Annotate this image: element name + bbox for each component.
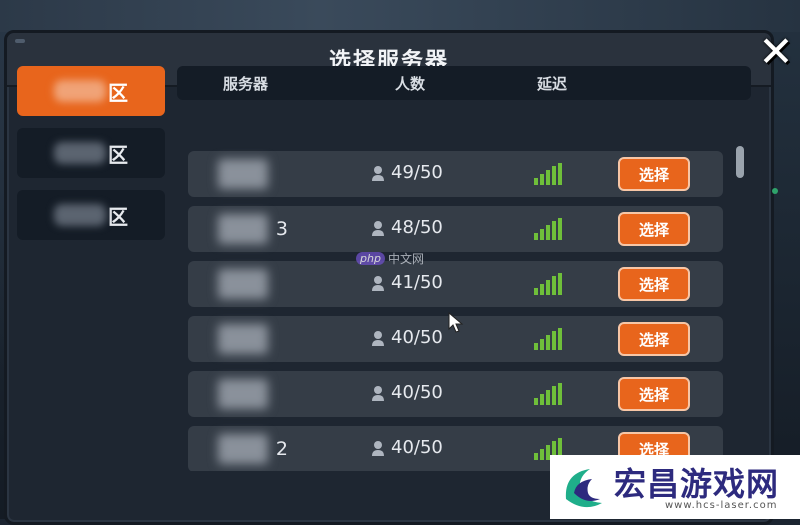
server-row[interactable]: 40/50 选择	[188, 371, 723, 417]
server-name	[218, 324, 288, 354]
region-tab[interactable]: 区	[17, 190, 165, 240]
signal-strength-icon	[534, 163, 562, 185]
region-label: 区	[108, 204, 128, 229]
select-server-button[interactable]: 选择	[618, 267, 690, 301]
player-count-value: 49/50	[391, 162, 443, 183]
player-icon	[371, 440, 385, 456]
player-count: 40/50	[371, 382, 443, 403]
region-label: 区	[108, 142, 128, 167]
region-name-redacted	[54, 142, 106, 164]
header-latency: 延迟	[537, 75, 568, 93]
close-icon: ✕	[758, 27, 794, 76]
signal-strength-icon	[534, 273, 562, 295]
player-count-value: 48/50	[391, 217, 443, 238]
player-count: 41/50	[371, 272, 443, 293]
server-name	[218, 269, 288, 299]
background-glow-dot	[772, 188, 778, 194]
close-button[interactable]: ✕	[754, 30, 798, 74]
server-row[interactable]: 41/50 选择	[188, 261, 723, 307]
select-server-button[interactable]: 选择	[618, 322, 690, 356]
region-list: 区 区 区	[17, 66, 165, 252]
background-top-strip	[0, 0, 800, 32]
region-label: 区	[108, 80, 128, 105]
server-table-header: 服务器 人数 延迟	[177, 66, 751, 100]
player-icon	[371, 220, 385, 236]
site-logo-watermark: 宏昌游戏网 www.hcs-laser.com	[550, 455, 800, 519]
signal-strength-icon	[534, 328, 562, 350]
player-count: 49/50	[371, 162, 443, 183]
server-name-redacted	[218, 269, 268, 299]
logo-text: 宏昌游戏网	[614, 465, 780, 503]
player-count: 48/50	[371, 217, 443, 238]
server-list[interactable]: 49/50 选择 3 48/50 选择 41/50 选择 40/50 选择 40…	[188, 113, 733, 471]
server-name-redacted	[218, 379, 268, 409]
select-server-button[interactable]: 选择	[618, 377, 690, 411]
server-row[interactable]: 49/50 选择	[188, 151, 723, 197]
server-name-redacted	[218, 434, 268, 464]
server-name-suffix: 3	[275, 218, 288, 240]
server-name: 3	[218, 214, 288, 244]
signal-strength-icon	[534, 218, 562, 240]
player-count-value: 40/50	[391, 382, 443, 403]
header-server: 服务器	[223, 75, 269, 93]
header-players: 人数	[395, 75, 426, 93]
player-icon	[371, 385, 385, 401]
select-server-button[interactable]: 选择	[618, 212, 690, 246]
select-server-button[interactable]: 选择	[618, 157, 690, 191]
watermark-tag: php	[356, 252, 385, 265]
server-name	[218, 379, 288, 409]
server-name-redacted	[218, 214, 268, 244]
server-row[interactable]: 3 48/50 选择	[188, 206, 723, 252]
region-name-redacted	[54, 80, 106, 102]
server-name-redacted	[218, 324, 268, 354]
server-name-redacted	[218, 159, 268, 189]
server-list-scrollbar[interactable]	[736, 146, 744, 178]
server-name: 2	[218, 434, 288, 464]
mouse-cursor-icon	[448, 312, 464, 333]
player-count: 40/50	[371, 437, 443, 458]
signal-strength-icon	[534, 383, 562, 405]
player-count-value: 40/50	[391, 327, 443, 348]
player-count: 40/50	[371, 327, 443, 348]
logo-swirl-icon	[565, 469, 602, 508]
player-count-value: 40/50	[391, 437, 443, 458]
server-name	[218, 159, 288, 189]
player-count-value: 41/50	[391, 272, 443, 293]
logo-url: www.hcs-laser.com	[665, 500, 778, 511]
player-icon	[371, 165, 385, 181]
center-watermark: php 中文网	[356, 250, 424, 267]
server-name-suffix: 2	[275, 438, 288, 460]
player-icon	[371, 275, 385, 291]
region-name-redacted	[54, 204, 106, 226]
watermark-text: 中文网	[387, 252, 424, 266]
player-icon	[371, 330, 385, 346]
region-tab[interactable]: 区	[17, 128, 165, 178]
region-tab[interactable]: 区	[17, 66, 165, 116]
